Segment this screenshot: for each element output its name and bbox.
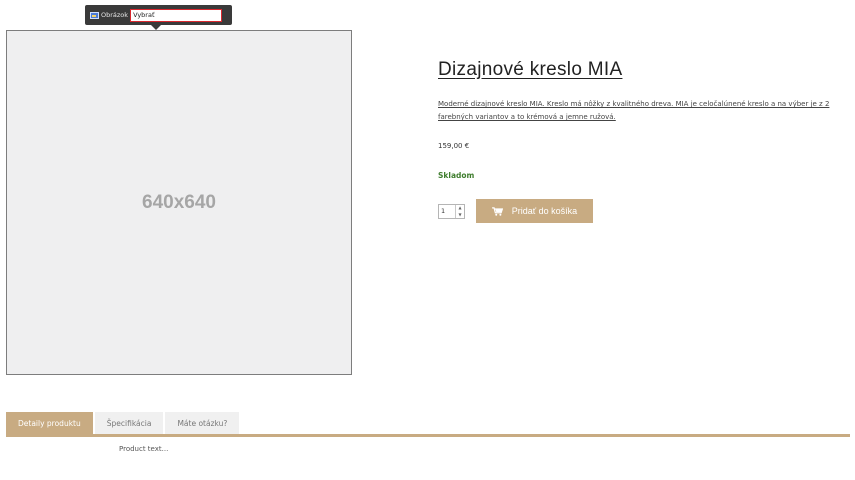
stock-status: Skladom bbox=[438, 171, 475, 180]
image-toolbar-label: Obrázok bbox=[101, 11, 129, 19]
product-tabs: Detaily produktu Špecifikácia Máte otázk… bbox=[6, 412, 241, 435]
quantity-spinner[interactable]: ▲ ▼ bbox=[455, 205, 464, 218]
tab-detaily-produktu[interactable]: Detaily produktu bbox=[6, 412, 93, 435]
image-icon bbox=[90, 11, 99, 19]
tab-mate-otazku[interactable]: Máte otázku? bbox=[165, 412, 240, 435]
cart-icon bbox=[491, 206, 503, 216]
add-to-cart-label: Pridať do košíka bbox=[511, 206, 578, 216]
image-editor-toolbar: Obrázok Vybrať bbox=[85, 5, 232, 30]
image-select-input[interactable]: Vybrať bbox=[130, 8, 223, 22]
product-description: Moderné dizajnové kreslo MIA. Kreslo má … bbox=[438, 100, 830, 121]
quantity-value[interactable]: 1 bbox=[439, 205, 455, 218]
tab-specifikacia[interactable]: Špecifikácia bbox=[94, 412, 164, 435]
tab-content-text: Product text... bbox=[119, 445, 169, 453]
product-price: 159,00 € bbox=[438, 142, 470, 150]
add-to-cart-button[interactable]: Pridať do košíka bbox=[476, 199, 593, 223]
placeholder-size-label: 640x640 bbox=[142, 191, 216, 213]
product-title: Dizajnové kreslo MIA bbox=[438, 59, 623, 80]
quantity-down-icon[interactable]: ▼ bbox=[456, 212, 464, 219]
quantity-stepper[interactable]: 1 ▲ ▼ bbox=[438, 204, 465, 219]
product-image-placeholder[interactable]: 640x640 bbox=[6, 30, 352, 375]
tab-divider bbox=[6, 434, 850, 437]
